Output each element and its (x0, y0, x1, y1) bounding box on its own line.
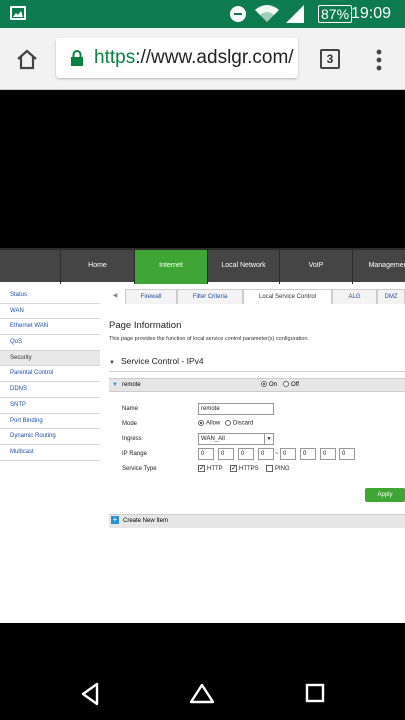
entry-off-radio[interactable]: Off (283, 379, 299, 391)
tab-firewall[interactable]: Firewall (125, 289, 177, 304)
sidebar-item-ddns[interactable]: DDNS (0, 382, 100, 398)
nav-internet[interactable]: Internet (135, 250, 208, 284)
browser-toolbar: https://www.adslgr.com/ 3 (0, 28, 405, 90)
svc-https-checkbox[interactable]: ✓ HTTPS (230, 465, 259, 472)
ip-start-2[interactable]: 0 (218, 448, 234, 460)
back-icon[interactable] (79, 682, 101, 706)
sidebar-item-dynamic-routing[interactable]: Dynamic Routing (0, 429, 100, 445)
entry-header[interactable]: ▼ remote On Off (109, 378, 405, 392)
ip-range-separator: ~ (275, 451, 279, 457)
ip-end-1[interactable]: 0 (280, 448, 296, 460)
plus-icon: + (111, 515, 119, 525)
overflow-menu-icon[interactable] (376, 49, 382, 71)
router-top-nav: Home Internet Local Network VoIP Managem… (0, 248, 405, 284)
signal-icon (286, 5, 304, 23)
mode-allow-radio[interactable]: Allow (198, 420, 220, 427)
name-label: Name (122, 406, 139, 412)
apply-button[interactable]: Apply (365, 488, 405, 502)
tab-dmz[interactable]: DMZ (377, 289, 405, 304)
sidebar-item-qos[interactable]: QoS (0, 335, 100, 351)
status-bar: 87% 19:09 (0, 0, 405, 28)
ingress-select[interactable]: WAN_All ▼ (198, 433, 274, 445)
clock: 19:09 (350, 5, 391, 22)
lock-icon (71, 50, 83, 66)
section-divider (109, 371, 405, 372)
ip-end-2[interactable]: 0 (300, 448, 316, 460)
create-new-item-button[interactable]: + Create New Item (109, 514, 405, 528)
section-title[interactable]: ▼ Service Control - IPv4 (109, 356, 204, 366)
nav-local-network[interactable]: Local Network (208, 250, 280, 284)
ip-end-3[interactable]: 0 (320, 448, 336, 460)
svc-ping-checkbox[interactable]: PING (266, 465, 290, 472)
router-page: Home Internet Local Network VoIP Managem… (0, 248, 405, 623)
image-notification-icon (10, 6, 26, 20)
web-content: Home Internet Local Network VoIP Managem… (0, 90, 405, 666)
page-description: This page provides the function of local… (109, 336, 309, 342)
sidebar-item-ethernet-wan[interactable]: Ethernet WAN (0, 319, 100, 336)
sidebar-item-port-binding[interactable]: Port Binding (0, 413, 100, 430)
home-nav-icon[interactable] (189, 682, 215, 704)
nav-logo-area (0, 250, 61, 284)
nav-management[interactable]: Management (353, 250, 405, 284)
ip-start-4[interactable]: 0 (258, 448, 274, 460)
svc-http-checkbox[interactable]: ✓ HTTP (198, 465, 223, 472)
ip-end-4[interactable]: 0 (339, 448, 355, 460)
home-icon[interactable] (16, 48, 38, 70)
mode-label: Mode (122, 421, 138, 427)
name-input[interactable]: remote (198, 403, 274, 415)
wifi-icon (255, 5, 279, 23)
chevron-down-icon: ▼ (264, 434, 273, 444)
entry-on-radio[interactable]: On (261, 379, 277, 391)
entry-expand-icon: ▼ (112, 382, 118, 388)
dnd-icon (230, 6, 246, 22)
servicetype-label: Service Type (122, 466, 157, 472)
sidebar: Status WAN Ethernet WAN QoS Security Par… (0, 288, 100, 461)
tab-filter-criteria[interactable]: Filter Criteria (177, 289, 243, 304)
url-text: https://www.adslgr.com/ (94, 47, 294, 68)
sidebar-item-parental-control[interactable]: Parental Control (0, 366, 100, 383)
entry-name: remote (122, 382, 141, 388)
address-bar[interactable]: https://www.adslgr.com/ (56, 38, 298, 78)
system-nav-bar (0, 666, 405, 720)
sidebar-item-security[interactable]: Security (0, 350, 100, 367)
tab-bar: ◀ Firewall Filter Criteria Local Service… (105, 289, 405, 304)
sidebar-item-sntp[interactable]: SNTP (0, 397, 100, 414)
ingress-label: Ingress (122, 436, 142, 442)
sidebar-item-status[interactable]: Status (0, 288, 100, 304)
sidebar-item-multicast[interactable]: Multicast (0, 444, 100, 461)
tab-scroll-left[interactable]: ◀ (105, 289, 125, 304)
page-title: Page Information (109, 320, 182, 331)
tab-switcher-button[interactable]: 3 (320, 49, 340, 69)
collapse-arrow-icon: ▼ (109, 360, 115, 366)
battery-indicator: 87% (318, 5, 353, 23)
recents-icon[interactable] (305, 683, 325, 703)
nav-home[interactable]: Home (61, 250, 135, 284)
tab-alg[interactable]: ALG (332, 289, 377, 304)
nav-voip[interactable]: VoIP (280, 250, 353, 284)
sidebar-item-wan[interactable]: WAN (0, 303, 100, 320)
iprange-label: IP Range (122, 451, 147, 457)
tab-local-service-control[interactable]: Local Service Control (243, 289, 332, 304)
mode-discard-radio[interactable]: Discard (225, 420, 253, 427)
ip-start-1[interactable]: 0 (198, 448, 214, 460)
ip-start-3[interactable]: 0 (238, 448, 254, 460)
